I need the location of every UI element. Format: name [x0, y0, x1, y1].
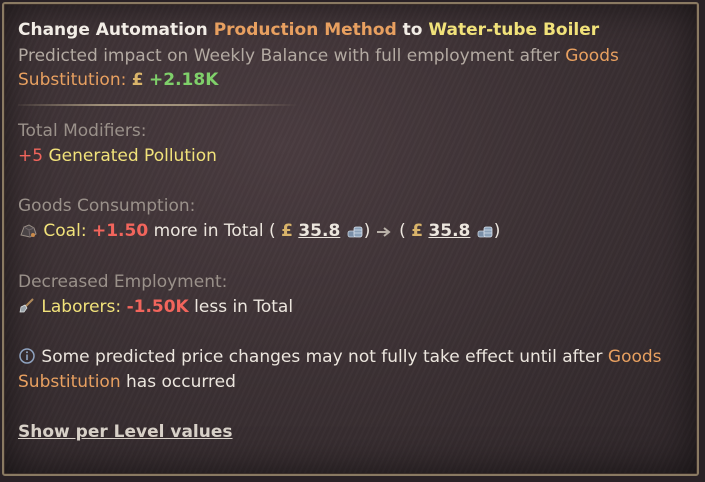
pollution-label[interactable]: Generated Pollution — [48, 146, 216, 166]
coal-suffix: more in Total ( — [153, 221, 276, 241]
title-connector: to — [402, 20, 423, 40]
coal-link[interactable]: Coal — [43, 221, 80, 241]
note-text-2: has occurred — [126, 372, 236, 392]
pound-icon: £ — [131, 70, 144, 90]
tooltip-panel: Change Automation Production Method to W… — [2, 2, 699, 476]
price-close-1: ) — [363, 221, 371, 241]
balance-value: +2.18K — [149, 70, 219, 90]
coal-colon: : — [80, 221, 87, 241]
shovel-icon — [18, 297, 36, 321]
price-close-2: ) — [493, 221, 501, 241]
goods-link[interactable]: Goods — [565, 46, 619, 66]
price-open-2: ( — [399, 221, 406, 241]
impact-line-1: Predicted impact on Weekly Balance with … — [18, 45, 619, 67]
note-line-1: Some predicted price changes may not ful… — [18, 346, 662, 371]
consumption-row: Coal: +1.50 more in Total ( £ 35.8 ) ( £… — [18, 220, 500, 245]
substitution-link[interactable]: Substitution — [18, 70, 121, 90]
target-method-name: Water-tube Boiler — [428, 20, 600, 40]
coal-icon — [18, 221, 38, 245]
pound-icon: £ — [411, 221, 424, 241]
employment-row: Laborers: -1.50K less in Total — [18, 296, 293, 321]
footer: Show per Level values — [18, 421, 233, 443]
impact-line-2: Substitution: £ +2.18K — [18, 69, 218, 91]
divider — [18, 104, 298, 106]
impact-colon: : — [120, 70, 127, 90]
impact-text: Predicted impact on Weekly Balance with … — [18, 46, 560, 66]
goods-link[interactable]: Goods — [608, 347, 662, 367]
consumption-heading: Goods Consumption: — [18, 196, 196, 216]
employment-heading: Decreased Employment: — [18, 272, 228, 292]
laborers-colon: : — [115, 297, 122, 317]
modifiers-heading: Total Modifiers: — [18, 121, 147, 141]
modifier-row: +5 Generated Pollution — [18, 145, 217, 167]
substitution-link[interactable]: Substitution — [18, 372, 121, 392]
arrow-right-icon — [376, 223, 394, 245]
title-prefix: Change Automation — [18, 20, 208, 40]
price-before[interactable]: 35.8 — [298, 221, 340, 241]
pollution-value: +5 — [18, 146, 44, 166]
coins-icon — [346, 221, 364, 245]
note-text: Some predicted price changes may not ful… — [41, 347, 603, 367]
note-line-2: Substitution has occurred — [18, 371, 236, 393]
show-per-level-link[interactable]: Show per Level values — [18, 422, 233, 442]
coins-icon — [476, 221, 494, 245]
tooltip-title: Change Automation Production Method to W… — [18, 19, 599, 41]
production-method-link[interactable]: Production Method — [214, 20, 397, 40]
pound-icon: £ — [281, 221, 293, 241]
price-after[interactable]: 35.8 — [428, 221, 470, 241]
laborers-link[interactable]: Laborers — [41, 297, 115, 317]
employment-amount: -1.50K — [126, 297, 189, 317]
coal-amount: +1.50 — [91, 221, 149, 241]
info-icon — [18, 347, 36, 371]
employment-suffix: less in Total — [194, 297, 294, 317]
